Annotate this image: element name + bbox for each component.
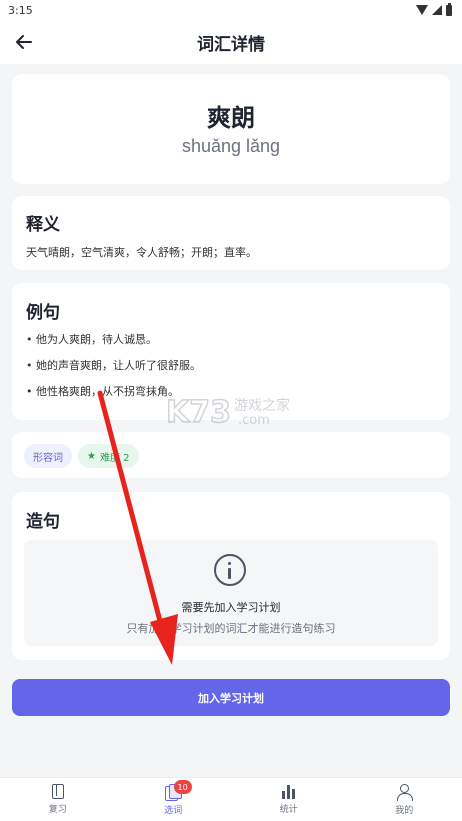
nav-label: 统计 <box>279 804 298 815</box>
word-card: 爽朗 shuǎng lǎng <box>12 74 450 184</box>
arrow-left-icon <box>16 35 32 49</box>
word-text: 爽朗 <box>207 104 255 132</box>
info-icon <box>214 554 246 586</box>
k73-watermark-logo: K73 游戏之家 .com <box>166 394 290 431</box>
status-bar: 3:15 <box>0 0 462 20</box>
example-title: 例句 <box>26 303 60 323</box>
sentence-title: 造句 <box>26 512 60 532</box>
nav-item-stats[interactable]: 统计 <box>231 778 347 821</box>
nav-item-review[interactable]: 复习 <box>0 778 116 821</box>
nav-label: 我的 <box>395 805 414 816</box>
locked-title: 需要先加入学习计划 <box>181 601 281 614</box>
pinyin-text: shuǎng lǎng <box>181 136 281 156</box>
nav-item-words[interactable]: 10 选词 <box>116 778 232 821</box>
star-icon: ★ <box>87 450 96 462</box>
svg-text:K73: K73 <box>166 395 231 430</box>
status-icons <box>416 2 452 16</box>
page-title: 词汇详情 <box>197 34 265 55</box>
nav-item-profile[interactable]: 我的 <box>347 778 462 821</box>
difficulty-label: 难度 2 <box>99 452 130 464</box>
example-item: • 他性格爽朗，从不拐弯抹角。 <box>26 385 179 398</box>
status-time: 3:15 <box>8 3 33 17</box>
meaning-text: 天气晴朗，空气清爽，令人舒畅；开朗；直率。 <box>26 246 257 259</box>
notification-badge: 10 <box>173 780 192 794</box>
sentence-card: 造句 需要先加入学习计划 只有加入学习计划的词汇才能进行造句练习 <box>12 492 450 660</box>
bottom-nav: 复习 10 选词 统计 我的 <box>0 777 462 821</box>
meaning-title: 释义 <box>26 215 60 235</box>
difficulty-tag: ★ 难度 2 <box>78 444 139 468</box>
locked-subtitle: 只有加入学习计划的词汇才能进行造句练习 <box>126 622 336 635</box>
tags-card: 形容词 ★ 难度 2 <box>12 432 450 478</box>
meaning-card: 释义 天气晴朗，空气清爽，令人舒畅；开朗；直率。 <box>12 196 450 270</box>
stats-icon <box>281 784 296 799</box>
user-icon <box>397 783 414 801</box>
locked-notice: 需要先加入学习计划 只有加入学习计划的词汇才能进行造句练习 <box>24 540 438 646</box>
signal-icon <box>432 5 442 15</box>
svg-text:.com: .com <box>238 413 270 428</box>
back-button[interactable] <box>8 26 40 58</box>
battery-icon <box>446 2 452 16</box>
part-of-speech-tag: 形容词 <box>24 444 72 468</box>
add-to-plan-button[interactable]: 加入学习计划 <box>12 679 450 716</box>
svg-text:游戏之家: 游戏之家 <box>234 397 290 414</box>
example-item: • 她的声音爽朗，让人听了很舒服。 <box>26 359 201 372</box>
book-icon <box>51 784 64 799</box>
nav-label: 选词 <box>164 805 183 816</box>
wifi-icon <box>416 5 428 15</box>
app-bar: 词汇详情 <box>0 20 462 64</box>
nav-label: 复习 <box>48 805 67 815</box>
example-item: • 他为人爽朗，待人诚恳。 <box>26 333 157 346</box>
